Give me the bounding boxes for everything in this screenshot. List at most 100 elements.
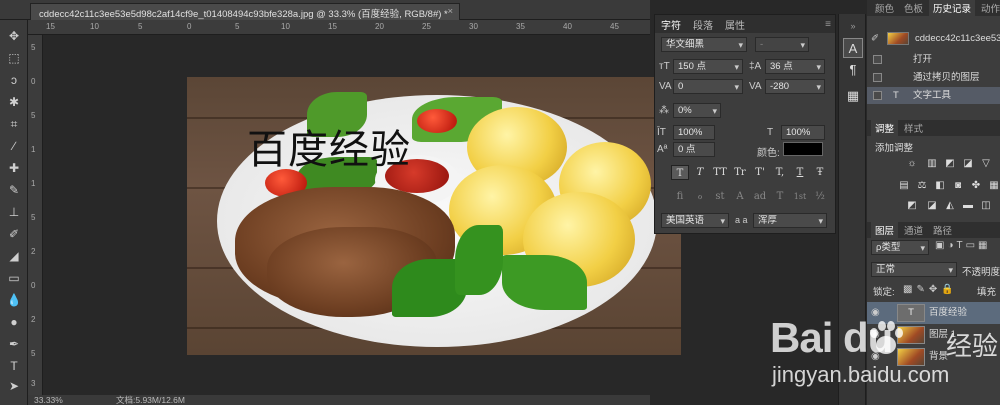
path-selection-tool-icon[interactable]: ➤: [2, 376, 26, 396]
swash-button[interactable]: A: [731, 189, 749, 204]
visibility-eye-icon[interactable]: ◉: [871, 302, 880, 324]
small-caps-button[interactable]: Tr: [731, 165, 749, 180]
strikethrough-button[interactable]: Ŧ: [811, 165, 829, 180]
threshold-icon[interactable]: ◭: [943, 200, 957, 212]
selective-color-icon[interactable]: ◫: [979, 200, 993, 212]
ligature-button[interactable]: fi: [671, 189, 689, 204]
hue-saturation-icon[interactable]: ▤: [897, 180, 911, 192]
crop-tool-icon[interactable]: ⌗: [2, 114, 26, 134]
brightness-icon[interactable]: ☼: [905, 158, 919, 170]
lasso-tool-icon[interactable]: ↄ: [2, 70, 26, 90]
document-tab[interactable]: cddecc42c11c3ee53e5d98c2af14cf9e_t014084…: [30, 3, 460, 20]
font-style-select[interactable]: -: [755, 37, 809, 52]
marquee-tool-icon[interactable]: ⬚: [2, 48, 26, 68]
move-tool-icon[interactable]: ✥: [2, 26, 26, 46]
history-item[interactable]: 通过拷贝的图层: [867, 69, 1000, 86]
font-size-field[interactable]: 150 点: [673, 59, 743, 74]
tab-actions[interactable]: 动作: [977, 0, 1000, 16]
history-checkbox[interactable]: [873, 91, 882, 100]
properties-panel-icon[interactable]: ▦: [843, 86, 863, 106]
subscript-button[interactable]: T,: [771, 165, 789, 180]
vibrance-icon[interactable]: ▽: [979, 158, 993, 170]
history-item[interactable]: 打开: [867, 51, 1000, 68]
clone-stamp-tool-icon[interactable]: ⊥: [2, 202, 26, 222]
invert-icon[interactable]: ◩: [905, 200, 919, 212]
color-balance-icon[interactable]: ⚖: [915, 180, 929, 192]
old-style-button[interactable]: ℴ: [691, 189, 709, 204]
antialias-select[interactable]: 浑厚: [753, 213, 827, 228]
tab-layers[interactable]: 图层: [871, 222, 899, 238]
ordinals-button[interactable]: 1st: [791, 189, 809, 204]
tracking-field[interactable]: -280: [765, 79, 825, 94]
character-panel-icon[interactable]: A: [843, 38, 863, 58]
food-photo[interactable]: 百度经验: [187, 77, 681, 355]
black-white-icon[interactable]: ◧: [933, 180, 947, 192]
canvas-text-layer[interactable]: 百度经验: [247, 117, 411, 175]
tab-properties[interactable]: 属性: [725, 17, 745, 32]
photo-filter-icon[interactable]: ◙: [951, 180, 965, 192]
faux-bold-button[interactable]: T: [671, 165, 689, 180]
tab-adjustments[interactable]: 调整: [871, 120, 899, 136]
language-select[interactable]: 美国英语: [661, 213, 729, 228]
tab-paragraph[interactable]: 段落: [693, 17, 713, 32]
leading-field[interactable]: 36 点: [765, 59, 825, 74]
gradient-tool-icon[interactable]: ▭: [2, 268, 26, 288]
collapse-icon[interactable]: »: [843, 16, 863, 36]
gradient-map-icon[interactable]: ▬: [961, 200, 975, 212]
posterize-icon[interactable]: ◪: [925, 200, 939, 212]
kerning-field[interactable]: 0: [673, 79, 743, 94]
rectangle-tool-icon[interactable]: ▬: [2, 395, 26, 405]
tab-paths[interactable]: 路径: [929, 222, 956, 238]
text-color-swatch[interactable]: [783, 142, 823, 156]
magic-wand-tool-icon[interactable]: ✱: [2, 92, 26, 112]
history-brush-tool-icon[interactable]: ✐: [2, 224, 26, 244]
font-family-select[interactable]: 华文细黑: [661, 37, 747, 52]
faux-italic-button[interactable]: T: [691, 165, 709, 180]
tab-color[interactable]: 颜色: [871, 0, 898, 16]
canvas-area[interactable]: 百度经验: [43, 35, 681, 395]
history-checkbox[interactable]: [873, 55, 882, 64]
vertical-scale-field[interactable]: 100%: [673, 125, 715, 140]
horizontal-scale-field[interactable]: 100%: [781, 125, 825, 140]
visibility-eye-icon[interactable]: ◉: [871, 346, 880, 368]
stylistic-alternates-button[interactable]: ad: [751, 189, 769, 204]
healing-brush-tool-icon[interactable]: ✚: [2, 158, 26, 178]
paragraph-panel-icon[interactable]: ¶: [843, 60, 863, 80]
eyedropper-tool-icon[interactable]: ∕: [2, 136, 26, 156]
levels-icon[interactable]: ▥: [925, 158, 939, 170]
layer-row[interactable]: ◉ 背景: [867, 346, 1000, 368]
channel-mixer-icon[interactable]: ✤: [969, 180, 983, 192]
blur-tool-icon[interactable]: 💧: [2, 290, 26, 310]
layer-filter-select[interactable]: ρ类型: [871, 240, 929, 255]
baseline-shift-field[interactable]: 0 点: [673, 142, 715, 157]
layer-filter-icons[interactable]: ▣◑T▭▦: [935, 240, 991, 251]
brush-tool-icon[interactable]: ✎: [2, 180, 26, 200]
all-caps-button[interactable]: TT: [711, 165, 729, 180]
underline-button[interactable]: T: [791, 165, 809, 180]
curves-icon[interactable]: ◩: [943, 158, 957, 170]
layer-row[interactable]: ◉ T 百度经验: [867, 302, 1000, 324]
close-icon[interactable]: ×: [447, 6, 453, 17]
layer-row[interactable]: ◉ 图层 1: [867, 324, 1000, 346]
dodge-tool-icon[interactable]: ●: [2, 312, 26, 332]
tab-character[interactable]: 字符: [661, 17, 681, 32]
tab-styles[interactable]: 样式: [900, 120, 927, 136]
eraser-tool-icon[interactable]: ◢: [2, 246, 26, 266]
panel-menu-icon[interactable]: ≡: [825, 19, 831, 30]
tab-swatches[interactable]: 色板: [900, 0, 927, 16]
history-snapshot[interactable]: ✐ cddecc42c11c3ee53e5d: [867, 30, 1000, 47]
pen-tool-icon[interactable]: ✒: [2, 334, 26, 354]
visibility-eye-icon[interactable]: ◉: [871, 324, 880, 346]
exposure-icon[interactable]: ◪: [961, 158, 975, 170]
lock-icons[interactable]: ▩✎✥🔒: [903, 284, 958, 295]
history-item-selected[interactable]: T 文字工具: [867, 87, 1000, 104]
discretionary-ligature-button[interactable]: st: [711, 189, 729, 204]
zoom-level[interactable]: 33.33%: [34, 395, 63, 405]
tab-channels[interactable]: 通道: [900, 222, 927, 238]
superscript-button[interactable]: T': [751, 165, 769, 180]
color-lookup-icon[interactable]: ▦: [987, 180, 1000, 192]
fractions-button[interactable]: ½: [811, 189, 829, 204]
blend-mode-select[interactable]: 正常: [871, 262, 957, 277]
tab-history[interactable]: 历史记录: [929, 0, 976, 16]
scale-field[interactable]: 0%: [673, 103, 721, 118]
